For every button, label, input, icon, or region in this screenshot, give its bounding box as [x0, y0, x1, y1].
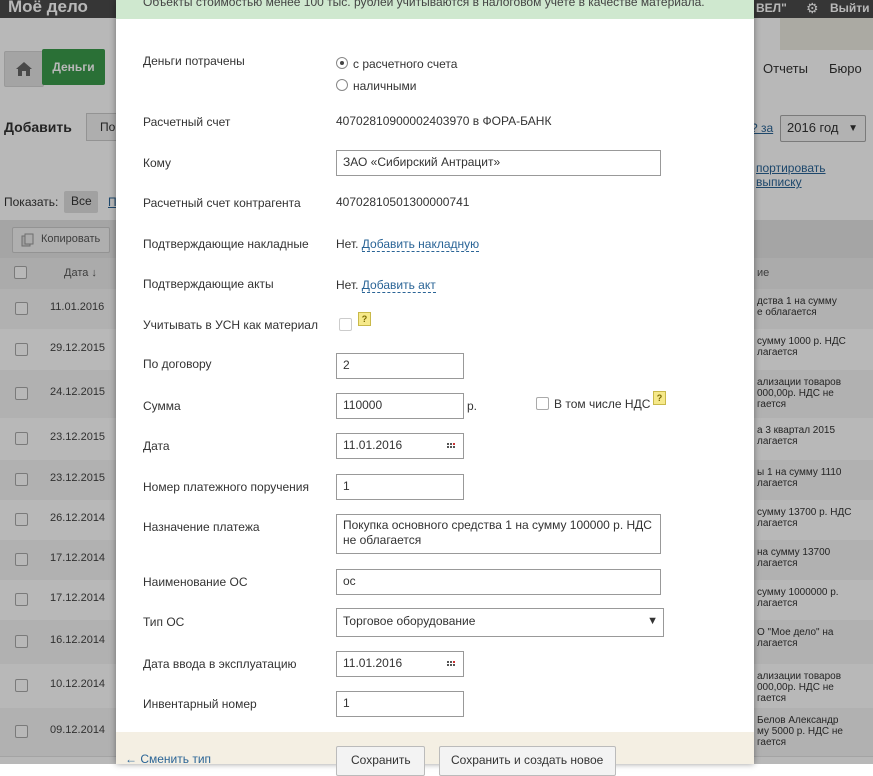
- operation-dialog: Объекты стоимостью менее 100 тыс. рублей…: [116, 0, 754, 776]
- vat-help-icon[interactable]: ?: [653, 391, 666, 405]
- date-input-value: 11.01.2016: [343, 438, 403, 452]
- purpose-textarea[interactable]: Покупка основного средства 1 на сумму 10…: [336, 514, 661, 554]
- save-button[interactable]: Сохранить: [336, 746, 425, 776]
- date-label: Дата: [143, 439, 170, 453]
- asset-name-input-value: ос: [343, 574, 356, 588]
- inventory-number-input-value: 1: [343, 696, 350, 710]
- invoices-none: Нет.: [336, 237, 359, 251]
- add-invoice-link[interactable]: Добавить накладную: [361, 237, 480, 252]
- currency-label: р.: [467, 399, 478, 413]
- invoices-label: Подтверждающие накладные: [143, 237, 309, 251]
- sum-input-value: 110000: [343, 398, 383, 412]
- add-act-link[interactable]: Добавить акт: [361, 278, 436, 293]
- radio-cash[interactable]: [336, 79, 348, 91]
- calendar-icon[interactable]: [447, 659, 457, 668]
- asset-type-select-value: Торговое оборудование: [343, 614, 476, 628]
- commission-date-input-value: 11.01.2016: [343, 656, 403, 670]
- recipient-label: Кому: [143, 156, 172, 170]
- account-label: Расчетный счет: [143, 115, 231, 129]
- commission-date-input[interactable]: 11.01.2016: [336, 651, 464, 677]
- asset-type-label: Тип ОС: [143, 615, 185, 629]
- vat-checkbox[interactable]: [536, 397, 549, 410]
- save-and-new-button-label: Сохранить и создать новое: [451, 753, 604, 767]
- payment-order-input[interactable]: 1: [336, 474, 464, 500]
- radio-bank-account-label: с расчетного счета: [353, 57, 458, 71]
- acts-value: Нет. Добавить акт: [336, 278, 436, 293]
- radio-cash-label: наличными: [353, 79, 417, 93]
- calendar-icon[interactable]: [447, 441, 457, 450]
- recipient-input-value: ЗАО «Сибирский Антрацит»: [343, 155, 501, 169]
- purpose-textarea-value: Покупка основного средства 1 на сумму 10…: [343, 518, 652, 547]
- contract-input[interactable]: 2: [336, 353, 464, 379]
- counterparty-account-value: 40702810501300000741: [336, 195, 470, 209]
- asset-type-select[interactable]: Торговое оборудование ▼: [336, 608, 664, 637]
- radio-bank-account[interactable]: [336, 57, 348, 69]
- payment-order-input-value: 1: [343, 479, 350, 493]
- asset-name-input[interactable]: ос: [336, 569, 661, 595]
- notice-banner: Объекты стоимостью менее 100 тыс. рублей…: [116, 0, 754, 19]
- contract-input-value: 2: [343, 358, 350, 372]
- vat-label: В том числе НДС: [554, 397, 651, 411]
- payment-order-label: Номер платежного поручения: [143, 480, 309, 494]
- account-value: 40702810900002403970 в ФОРА-БАНК: [336, 114, 552, 128]
- chevron-down-icon: ▼: [647, 615, 658, 627]
- notice-text: Объекты стоимостью менее 100 тыс. рублей…: [143, 0, 705, 9]
- recipient-input[interactable]: ЗАО «Сибирский Антрацит»: [336, 150, 661, 176]
- contract-label: По договору: [143, 357, 212, 371]
- sum-input[interactable]: 110000: [336, 393, 464, 419]
- usn-material-checkbox[interactable]: [339, 318, 352, 331]
- usn-material-label: Учитывать в УСН как материал: [143, 318, 318, 332]
- inventory-number-label: Инвентарный номер: [143, 697, 257, 711]
- save-and-new-button[interactable]: Сохранить и создать новое: [439, 746, 616, 776]
- commission-date-label: Дата ввода в эксплуатацию: [143, 657, 297, 671]
- asset-name-label: Наименование ОС: [143, 575, 248, 589]
- spent-label: Деньги потрачены: [143, 54, 245, 68]
- inventory-number-input[interactable]: 1: [336, 691, 464, 717]
- save-button-label: Сохранить: [351, 753, 411, 767]
- invoices-value: Нет. Добавить накладную: [336, 237, 480, 252]
- help-icon[interactable]: ?: [358, 312, 371, 326]
- date-input[interactable]: 11.01.2016: [336, 433, 464, 459]
- purpose-label: Назначение платежа: [143, 520, 260, 534]
- acts-none: Нет.: [336, 278, 359, 292]
- dialog-footer: ← Сменить тип Сохранить Сохранить и созд…: [116, 732, 754, 776]
- acts-label: Подтверждающие акты: [143, 277, 274, 291]
- counterparty-account-label: Расчетный счет контрагента: [143, 196, 301, 210]
- sum-label: Сумма: [143, 399, 181, 413]
